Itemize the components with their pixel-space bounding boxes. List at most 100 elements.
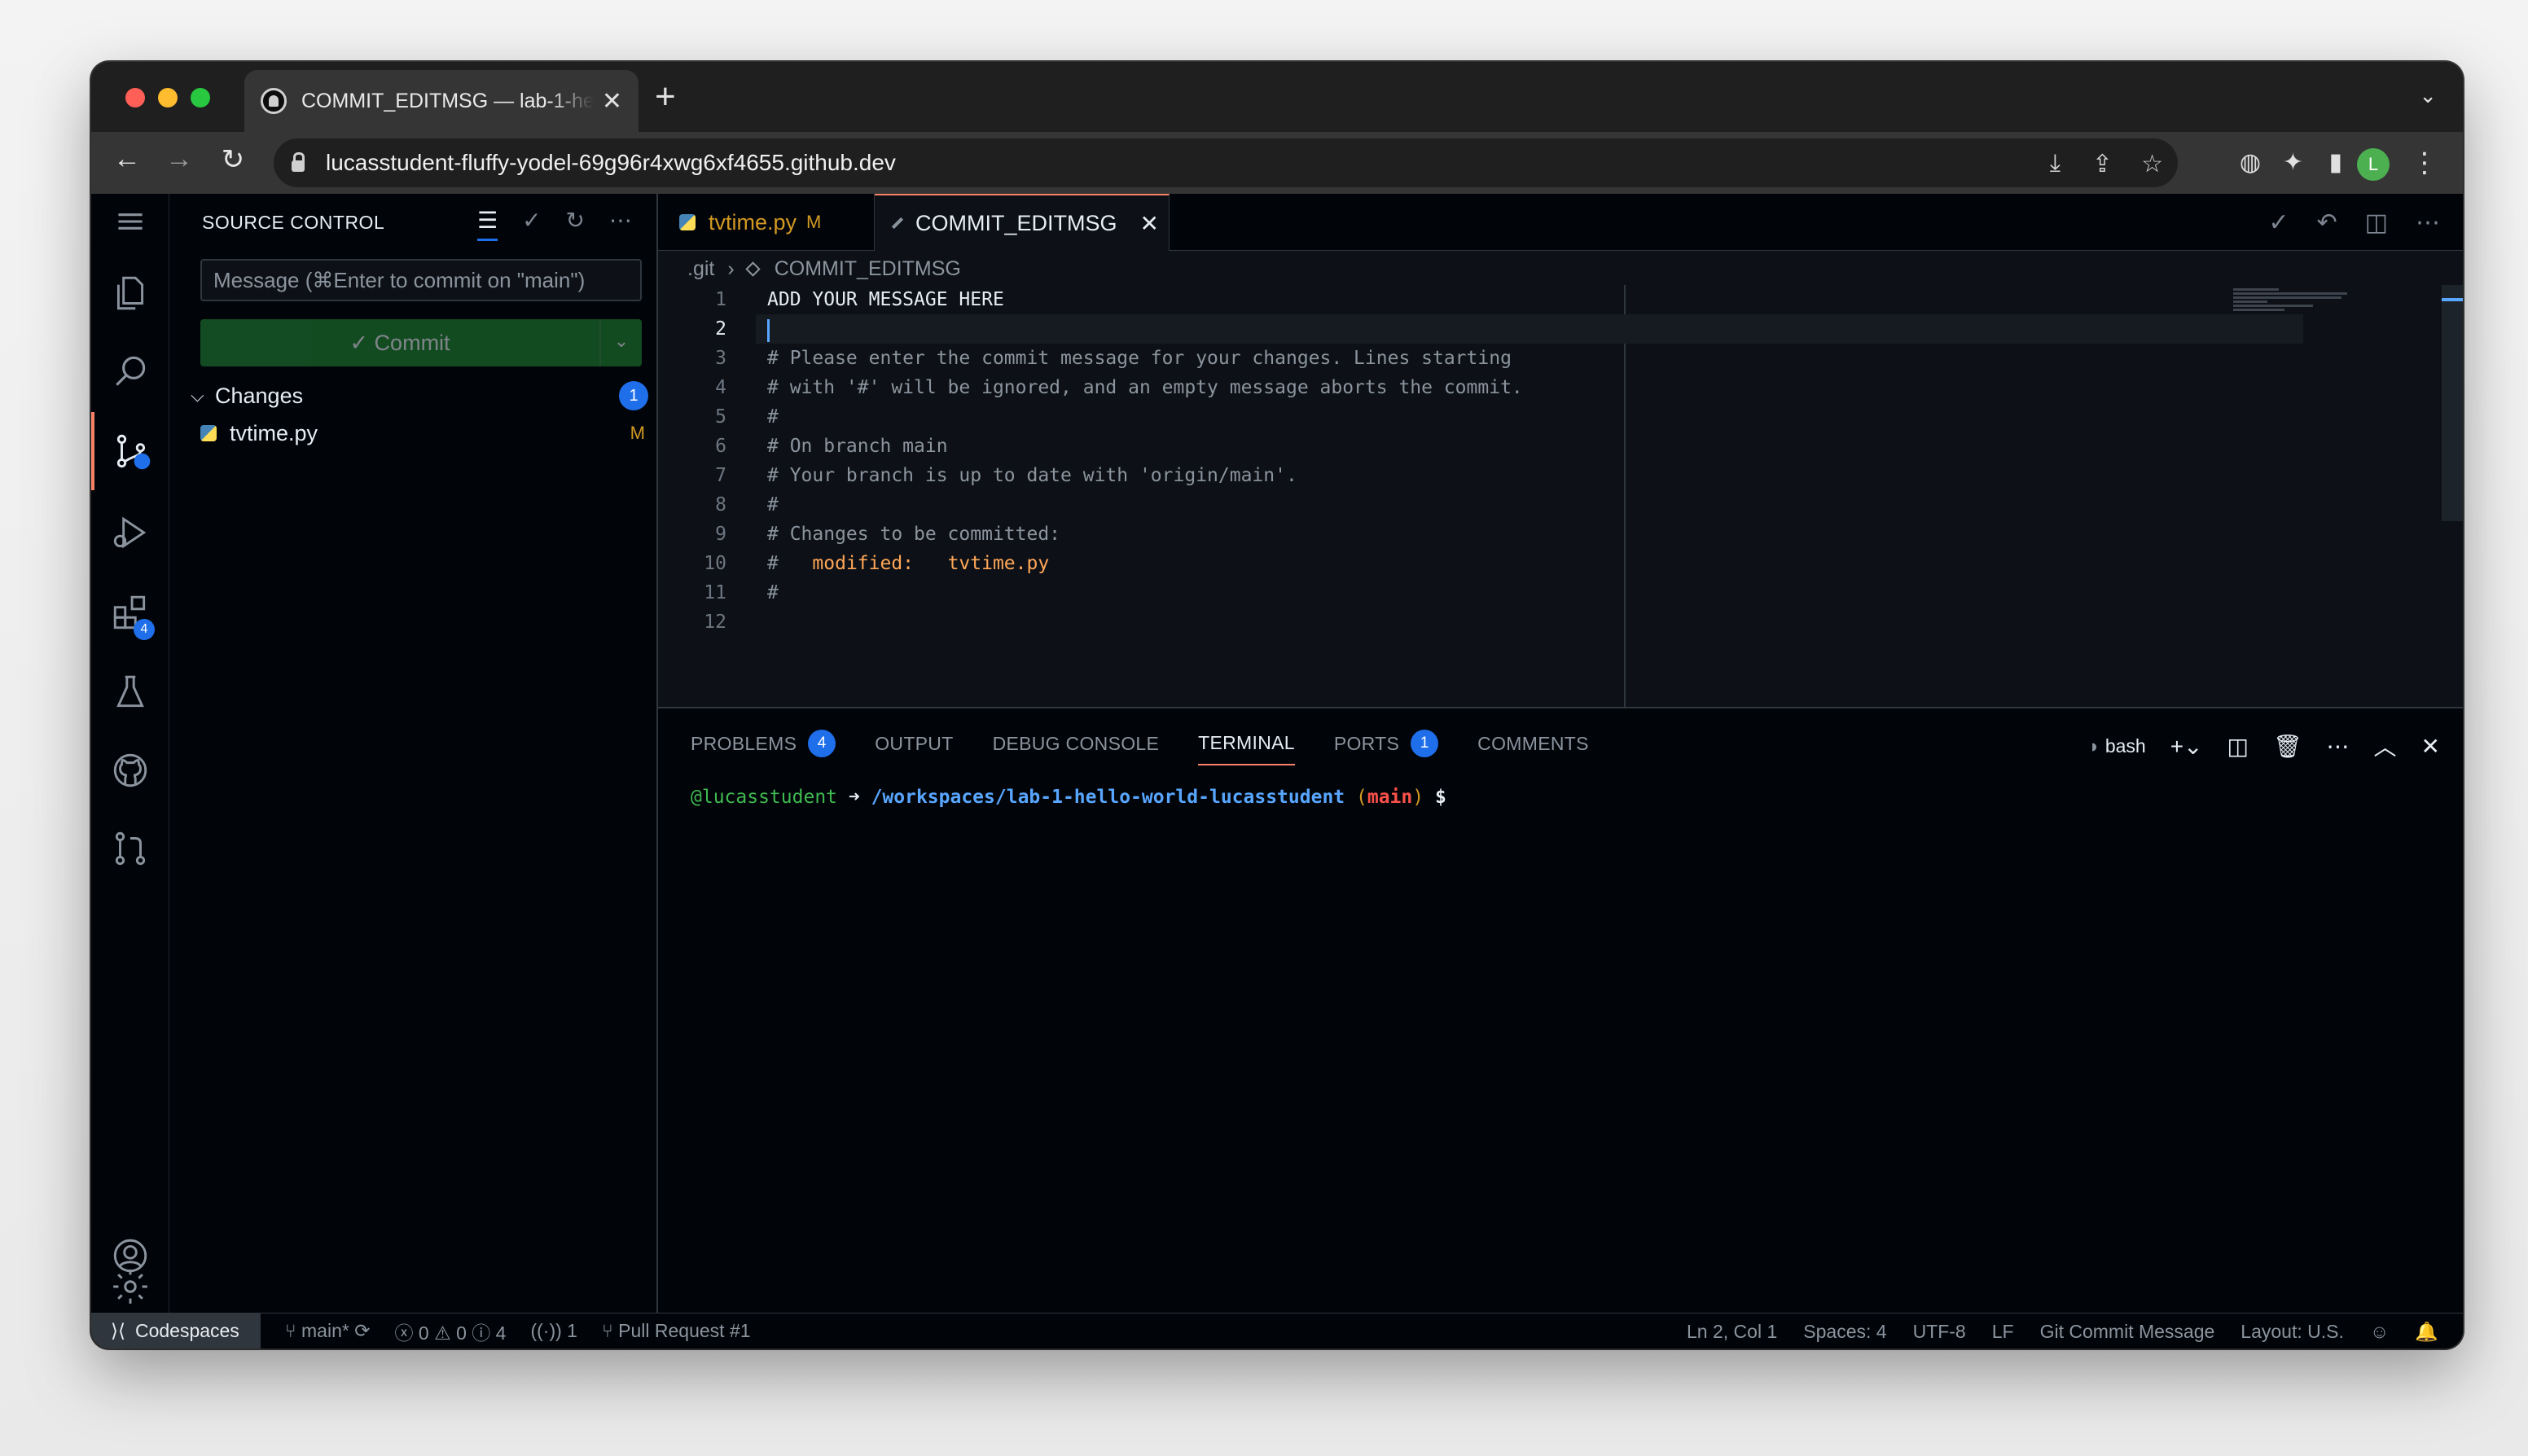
ports-badge: 1 (1411, 730, 1439, 757)
commit-check-icon[interactable]: ✓ (522, 207, 541, 241)
split-editor-icon[interactable]: ◫ (2365, 208, 2388, 237)
install-app-icon[interactable]: ⤓ (2050, 150, 2061, 178)
line-text: # Your branch is up to date with 'origin… (767, 465, 1297, 486)
maximize-window-button[interactable] (191, 88, 210, 107)
more-actions-icon[interactable]: ⋯ (2416, 208, 2440, 237)
testing-flask-icon[interactable] (91, 653, 169, 731)
changed-file-row[interactable]: tvtime.py M (200, 417, 652, 450)
line-text: # modified: tvtime.py (767, 549, 1049, 578)
profile-avatar[interactable]: L (2357, 148, 2390, 181)
pull-request-label: Pull Request #1 (618, 1320, 751, 1341)
keyboard-layout[interactable]: Layout: U.S. (2241, 1321, 2344, 1343)
line-number: 7 (715, 465, 726, 486)
menu-hamburger-icon[interactable] (91, 194, 169, 249)
more-actions-icon[interactable]: ⋯ (2327, 733, 2350, 760)
discard-undo-icon[interactable]: ↶ (2317, 208, 2337, 237)
changes-group-header[interactable]: ⌵ Changes 1 (191, 379, 652, 412)
code-editor[interactable]: 1 ADD YOUR MESSAGE HERE 2 3 # Please enter… (658, 285, 2303, 637)
lock-icon[interactable] (292, 152, 305, 172)
remote-icon: ⟩⟨ (111, 1320, 125, 1341)
tab-problems[interactable]: PROBLEMS 4 (691, 721, 836, 765)
extension-globe-icon[interactable]: ◍ (2240, 148, 2261, 177)
bookmark-star-icon[interactable]: ☆ (2141, 150, 2163, 178)
python-file-icon (200, 425, 217, 441)
view-as-tree-icon[interactable]: ☰ (476, 207, 498, 241)
extensions-puzzle-icon[interactable]: ✦ (2283, 148, 2303, 177)
terminal-output[interactable]: @lucasstudent ➜ /workspaces/lab-1-hello-… (691, 787, 1446, 808)
close-window-button[interactable] (125, 88, 145, 107)
tab-tvtime-py[interactable]: tvtime.py M (658, 194, 875, 251)
side-panel-icon[interactable]: ▮ (2328, 148, 2342, 177)
accept-commit-check-icon[interactable]: ✓ (2268, 208, 2289, 237)
feedback-icon[interactable]: ☺ (2370, 1321, 2389, 1343)
error-icon: ⓧ (394, 1322, 414, 1344)
notifications-bell-icon[interactable]: 🔔 (2415, 1321, 2438, 1343)
run-debug-icon[interactable] (91, 493, 169, 572)
ports-indicator[interactable]: ((·)) 1 (530, 1320, 577, 1342)
pull-request-indicator[interactable]: ⑂ Pull Request #1 (602, 1320, 751, 1342)
github-favicon-icon (261, 88, 287, 114)
sync-icon[interactable]: ⟳ (354, 1320, 370, 1341)
line-text: # with '#' will be ignored, and an empty… (767, 377, 1523, 398)
minimap[interactable] (2233, 287, 2347, 335)
breadcrumb-file[interactable]: COMMIT_EDITMSG (775, 257, 961, 281)
address-bar[interactable]: lucasstudent-fluffy-yodel-69g96r4xwg6xf4… (274, 138, 2178, 187)
more-actions-icon[interactable]: ⋯ (609, 207, 632, 241)
forward-arrow-icon[interactable]: → (160, 143, 199, 175)
tab-debug-console[interactable]: DEBUG CONSOLE (993, 721, 1160, 765)
shell-name: bash (2104, 735, 2146, 757)
tab-terminal[interactable]: TERMINAL (1198, 721, 1295, 765)
minimize-window-button[interactable] (158, 88, 178, 107)
url-text[interactable]: lucasstudent-fluffy-yodel-69g96r4xwg6xf4… (326, 150, 896, 176)
branch-indicator[interactable]: ⑂ main* ⟳ (285, 1320, 371, 1342)
github-icon[interactable] (91, 731, 169, 809)
split-terminal-icon[interactable]: ◫ (2227, 733, 2249, 760)
browser-tab[interactable]: COMMIT_EDITMSG — lab-1-he ✕ (244, 70, 639, 132)
refresh-icon[interactable]: ↻ (566, 207, 585, 241)
editor-scrollbar[interactable] (2442, 285, 2463, 521)
pull-requests-icon[interactable] (91, 809, 169, 888)
close-panel-icon[interactable]: ✕ (2421, 733, 2440, 760)
reload-icon[interactable]: ↻ (213, 143, 252, 176)
explorer-files-icon[interactable] (91, 254, 169, 332)
tab-ports[interactable]: PORTS 1 (1334, 721, 1439, 765)
tab-comments[interactable]: COMMENTS (1477, 721, 1589, 765)
breadcrumb-folder[interactable]: .git (687, 257, 714, 281)
source-control-icon[interactable] (91, 412, 169, 490)
close-tab-icon[interactable]: ✕ (1140, 210, 1159, 237)
new-terminal-plus-icon[interactable]: +⌄ (2170, 733, 2203, 760)
settings-gear-icon[interactable] (91, 1262, 169, 1311)
back-arrow-icon[interactable]: ← (108, 143, 147, 175)
search-icon[interactable] (91, 332, 169, 410)
browser-menu-icon[interactable]: ⋮ (2411, 147, 2438, 179)
cursor-position[interactable]: Ln 2, Col 1 (1687, 1321, 1777, 1343)
indentation[interactable]: Spaces: 4 (1803, 1321, 1886, 1343)
remote-indicator[interactable]: ⟩⟨ Codespaces (91, 1313, 261, 1349)
line-number: 3 (715, 348, 726, 369)
browser-toolbar: ← → ↻ lucasstudent-fluffy-yodel-69g96r4x… (91, 132, 2463, 194)
encoding[interactable]: UTF-8 (1913, 1321, 1966, 1343)
panel-tabs: PROBLEMS 4 OUTPUT DEBUG CONSOLE TERMINAL … (691, 721, 1589, 765)
tab-label: OUTPUT (875, 732, 954, 754)
terminal-arrow: ➜ (837, 787, 871, 808)
share-icon[interactable]: ⇪ (2092, 150, 2113, 178)
extensions-icon[interactable]: 4 (91, 573, 169, 651)
end-of-line[interactable]: LF (1992, 1321, 2014, 1343)
language-mode[interactable]: Git Commit Message (2040, 1321, 2215, 1343)
line-text: ADD YOUR MESSAGE HERE (767, 289, 1004, 310)
close-tab-icon[interactable]: ✕ (602, 87, 622, 116)
tab-label: PROBLEMS (691, 732, 797, 754)
tab-commit-editmsg[interactable]: COMMIT_EDITMSG ✕ (875, 194, 1170, 251)
line-number: 11 (704, 582, 726, 603)
maximize-panel-chevron-up-icon[interactable]: ︿ (2374, 730, 2397, 762)
tab-search-chevron-icon[interactable]: ⌄ (2419, 83, 2437, 108)
new-tab-button[interactable]: + (655, 77, 676, 117)
commit-message-input[interactable]: Message (⌘Enter to commit on "main") (200, 259, 642, 301)
commit-button[interactable]: ✓ Commit ⌄ (200, 319, 642, 366)
tab-modified-badge: M (806, 212, 822, 232)
commit-dropdown-chevron-icon[interactable]: ⌄ (599, 319, 642, 366)
terminal-shell-selector[interactable]: ◗ bash (2089, 735, 2146, 757)
problems-indicator[interactable]: ⓧ 0 ⚠ 0 ⓘ 4 (395, 1318, 507, 1345)
kill-terminal-trash-icon[interactable]: 🗑 (2273, 733, 2302, 760)
tab-output[interactable]: OUTPUT (875, 721, 953, 765)
